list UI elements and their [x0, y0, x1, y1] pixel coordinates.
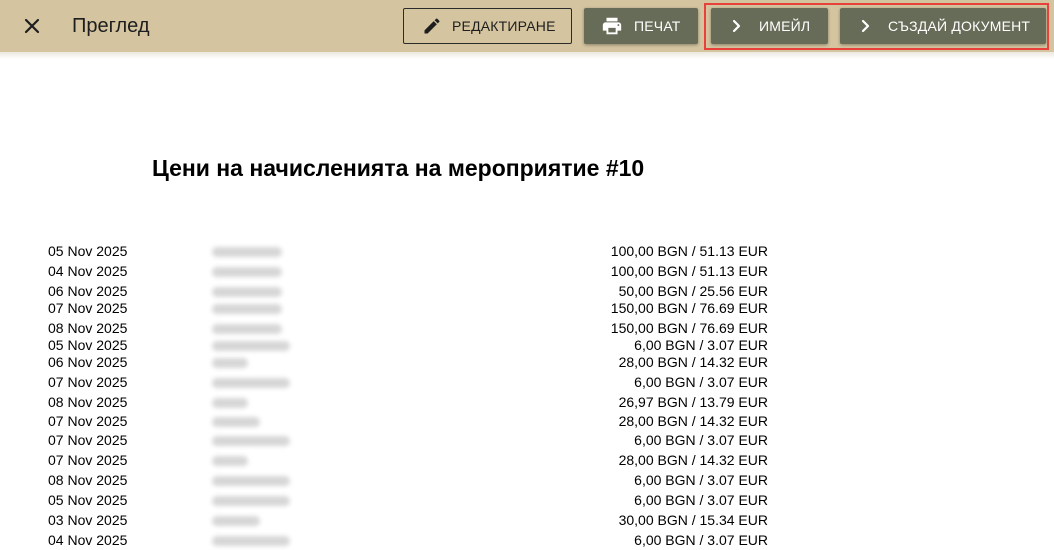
row-price: 6,00 BGN / 3.07 EUR — [634, 532, 768, 548]
row-price: 100,00 BGN / 51.13 EUR — [610, 263, 768, 279]
row-description-redacted — [212, 247, 282, 257]
row-price: 50,00 BGN / 25.56 EUR — [618, 283, 768, 299]
row-date: 07 Nov 2025 — [48, 300, 128, 316]
row-description-redacted — [212, 304, 282, 314]
row-price: 6,00 BGN / 3.07 EUR — [634, 472, 768, 488]
row-date: 05 Nov 2025 — [48, 243, 128, 259]
row-description-redacted — [212, 324, 282, 334]
row-date: 07 Nov 2025 — [48, 413, 128, 429]
row-date: 05 Nov 2025 — [48, 492, 128, 508]
row-date: 06 Nov 2025 — [48, 354, 128, 370]
row-description-redacted — [212, 476, 290, 486]
row-description-redacted — [212, 341, 290, 351]
row-date: 04 Nov 2025 — [48, 263, 128, 279]
row-date: 03 Nov 2025 — [48, 512, 128, 528]
charges-list: 05 Nov 2025 100,00 BGN / 51.13 EUR 04 Nov … — [0, 0, 1054, 550]
row-date: 08 Nov 2025 — [48, 320, 128, 336]
row-description-redacted — [212, 496, 290, 506]
row-description-redacted — [212, 417, 260, 427]
row-price: 28,00 BGN / 14.32 EUR — [618, 413, 768, 429]
row-description-redacted — [212, 456, 248, 466]
row-description-redacted — [212, 378, 290, 388]
row-date: 07 Nov 2025 — [48, 374, 128, 390]
row-price: 28,00 BGN / 14.32 EUR — [618, 354, 768, 370]
row-date: 05 Nov 2025 — [48, 337, 128, 353]
row-price: 26,97 BGN / 13.79 EUR — [618, 394, 768, 410]
row-price: 6,00 BGN / 3.07 EUR — [634, 374, 768, 390]
row-date: 08 Nov 2025 — [48, 394, 128, 410]
row-date: 08 Nov 2025 — [48, 472, 128, 488]
row-date: 07 Nov 2025 — [48, 452, 128, 468]
row-price: 100,00 BGN / 51.13 EUR — [610, 243, 768, 259]
row-price: 6,00 BGN / 3.07 EUR — [634, 492, 768, 508]
row-description-redacted — [212, 436, 290, 446]
row-date: 07 Nov 2025 — [48, 432, 128, 448]
row-description-redacted — [212, 398, 248, 408]
row-price: 6,00 BGN / 3.07 EUR — [634, 337, 768, 353]
row-description-redacted — [212, 267, 282, 277]
row-description-redacted — [212, 287, 282, 297]
row-price: 6,00 BGN / 3.07 EUR — [634, 432, 768, 448]
row-price: 30,00 BGN / 15.34 EUR — [618, 512, 768, 528]
row-description-redacted — [212, 516, 260, 526]
row-description-redacted — [212, 358, 248, 368]
row-price: 150,00 BGN / 76.69 EUR — [610, 300, 768, 316]
row-price: 28,00 BGN / 14.32 EUR — [618, 452, 768, 468]
row-date: 06 Nov 2025 — [48, 283, 128, 299]
row-description-redacted — [212, 536, 290, 546]
row-date: 04 Nov 2025 — [48, 532, 128, 548]
row-price: 150,00 BGN / 76.69 EUR — [610, 320, 768, 336]
